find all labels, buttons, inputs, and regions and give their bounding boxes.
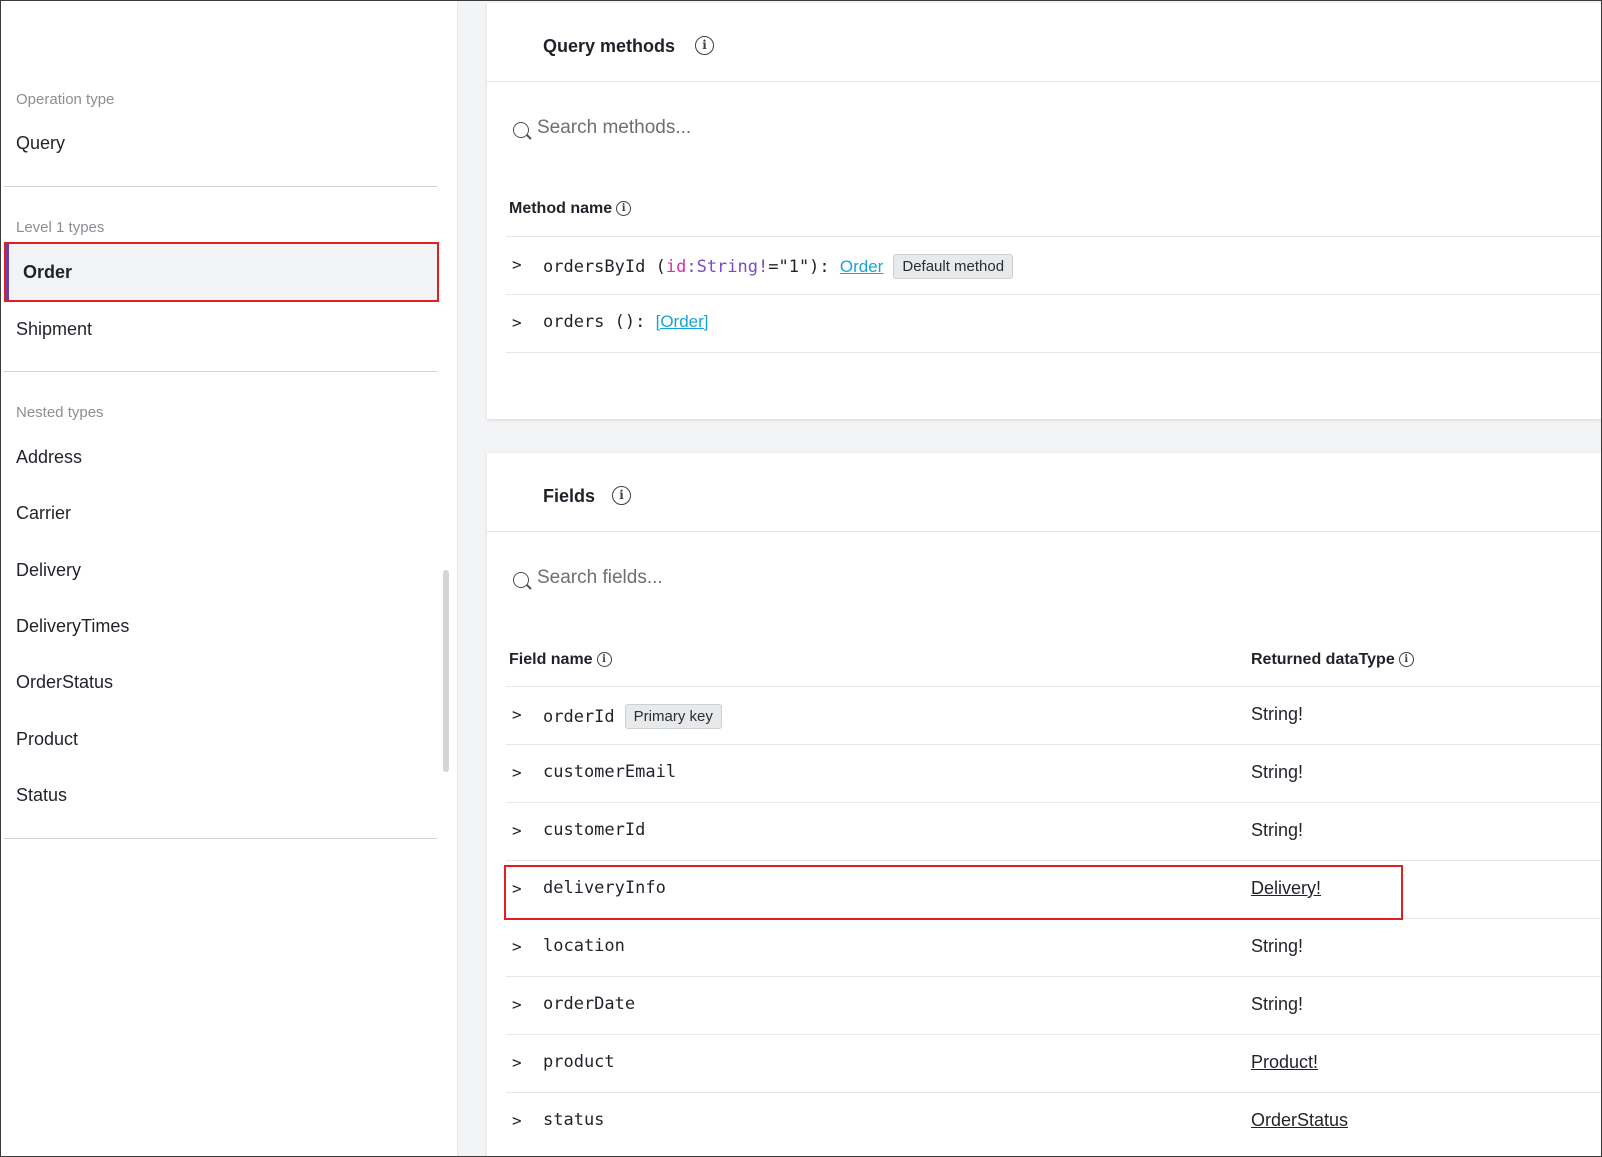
sidebar-item-deliverytimes[interactable]: DeliveryTimes (16, 616, 129, 637)
info-icon[interactable]: i (596, 652, 612, 668)
field-row-customerid[interactable]: > customerId String! (506, 803, 1602, 861)
sidebar-item-status[interactable]: Status (16, 785, 67, 806)
search-methods-input[interactable]: Search methods... (513, 116, 913, 146)
returned-datatype-header: Returned dataType i (1251, 651, 1414, 669)
field-name: orderDate (543, 994, 636, 1014)
selected-indicator (6, 244, 9, 300)
info-icon[interactable]: i (695, 36, 714, 55)
default-method-badge: Default method (893, 254, 1014, 279)
method-arg-name: id (665, 257, 687, 277)
method-arg-colon: : (686, 257, 697, 277)
operation-type-heading: Operation type (16, 91, 115, 108)
sidebar-item-carrier[interactable]: Carrier (16, 503, 71, 524)
sidebar: Operation type Query Level 1 types Order… (1, 1, 458, 1156)
search-icon (513, 572, 529, 588)
field-datatype: String! (1251, 936, 1304, 956)
sidebar-item-query[interactable]: Query (16, 133, 65, 154)
method-name-header: Method name i (509, 200, 632, 218)
method-signature: ordersById (id:String!="1"): Order Defaul… (543, 254, 1014, 279)
nested-types-heading: Nested types (16, 404, 104, 421)
info-icon[interactable]: i (612, 486, 631, 505)
chevron-right-icon[interactable]: > (512, 705, 522, 724)
sidebar-item-address[interactable]: Address (16, 447, 82, 468)
search-methods-placeholder: Search methods... (537, 117, 692, 138)
method-signature: orders (): [Order] (543, 312, 709, 332)
field-datatype: String! (1251, 704, 1304, 724)
fields-card: Fields i Search fields... Field name i Re… (487, 453, 1602, 1157)
sidebar-item-label: Order (23, 262, 73, 282)
method-row-ordersbyid[interactable]: > ordersById (id:String!="1"): Order Defa… (506, 237, 1602, 295)
search-fields-input[interactable]: Search fields... (513, 566, 913, 596)
fields-title: Fields (543, 486, 596, 506)
chevron-right-icon[interactable]: > (512, 937, 522, 956)
chevron-right-icon[interactable]: > (512, 313, 522, 332)
field-name: orderId Primary key (543, 704, 722, 729)
field-datatype: String! (1251, 820, 1304, 840)
field-row-deliveryinfo[interactable]: > deliveryInfo Delivery! (506, 861, 1602, 919)
field-row-product[interactable]: > product Product! (506, 1035, 1602, 1093)
field-name: product (543, 1052, 615, 1072)
sidebar-item-product[interactable]: Product (16, 729, 78, 750)
field-name: deliveryInfo (543, 878, 666, 898)
search-fields-placeholder: Search fields... (537, 567, 663, 588)
field-name-header-label: Field name (509, 651, 593, 668)
datatype-link-orderstatus[interactable]: OrderStatus (1251, 1110, 1348, 1131)
method-arg-type: String! (696, 257, 769, 277)
info-icon[interactable]: i (1398, 652, 1414, 668)
level1-types-heading: Level 1 types (16, 219, 105, 236)
chevron-right-icon[interactable]: > (512, 1053, 522, 1072)
method-arg-default: ="1"): (768, 257, 840, 277)
sidebar-scrollbar[interactable] (443, 570, 449, 772)
field-name: customerEmail (543, 762, 677, 782)
method-name: ordersById (543, 257, 646, 277)
method-open-paren: ( (645, 257, 666, 277)
query-methods-card: Query methods i Search methods... Method… (487, 3, 1602, 419)
field-row-customeremail[interactable]: > customerEmail String! (506, 745, 1602, 803)
field-row-location[interactable]: > location String! (506, 919, 1602, 977)
return-type-link[interactable]: Order (840, 257, 883, 276)
field-name: location (543, 936, 625, 956)
field-name-header: Field name i (509, 651, 612, 669)
field-name: customerId (543, 820, 646, 840)
card-header-divider (487, 531, 1602, 532)
chevron-right-icon[interactable]: > (512, 763, 522, 782)
sidebar-divider (4, 838, 437, 839)
sidebar-item-order[interactable]: Order (4, 242, 439, 302)
return-type-link[interactable]: [Order] (656, 312, 709, 331)
method-row-orders[interactable]: > orders (): [Order] (506, 295, 1602, 353)
sidebar-item-shipment[interactable]: Shipment (16, 319, 92, 340)
field-row-orderid[interactable]: > orderId Primary key String! (506, 687, 1602, 745)
search-icon (513, 122, 529, 138)
chevron-right-icon[interactable]: > (512, 879, 522, 898)
sidebar-divider (4, 371, 437, 372)
method-name: orders (543, 312, 605, 332)
field-row-orderdate[interactable]: > orderDate String! (506, 977, 1602, 1035)
card-header-divider (487, 81, 1602, 82)
method-name-header-label: Method name (509, 200, 613, 217)
method-sig: (): (604, 312, 656, 332)
chevron-right-icon[interactable]: > (512, 1111, 522, 1130)
field-datatype: String! (1251, 994, 1304, 1014)
datatype-link-product[interactable]: Product! (1251, 1052, 1318, 1073)
info-icon[interactable]: i (616, 201, 632, 217)
sidebar-item-orderstatus[interactable]: OrderStatus (16, 672, 113, 693)
query-methods-title: Query methods (543, 36, 676, 56)
field-name-text: orderId (543, 707, 615, 727)
chevron-right-icon[interactable]: > (512, 995, 522, 1014)
sidebar-divider (4, 186, 437, 187)
field-datatype: String! (1251, 762, 1304, 782)
primary-key-badge: Primary key (624, 704, 722, 729)
field-row-status[interactable]: > status OrderStatus (506, 1093, 1602, 1151)
datatype-link-delivery[interactable]: Delivery! (1251, 878, 1321, 899)
returned-datatype-header-label: Returned dataType (1251, 651, 1395, 668)
sidebar-item-delivery[interactable]: Delivery (16, 560, 81, 581)
chevron-right-icon[interactable]: > (512, 821, 522, 840)
field-name: status (543, 1110, 605, 1130)
chevron-right-icon[interactable]: > (512, 255, 522, 274)
